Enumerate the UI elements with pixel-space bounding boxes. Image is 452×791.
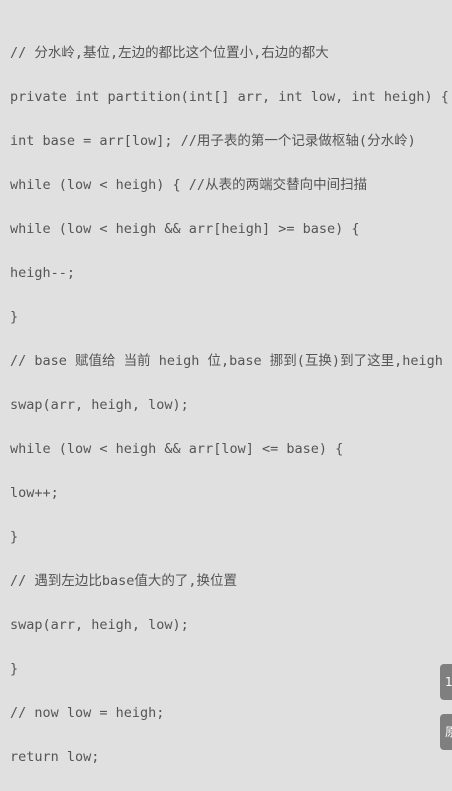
code-line: // 分水岭,基位,左边的都比这个位置小,右边的都大 [10, 45, 329, 61]
code-line: return low; [10, 749, 100, 765]
code-line: } [10, 661, 19, 677]
code-line: } [10, 529, 19, 545]
code-line: heigh--; [10, 265, 76, 281]
code-line: while (low < heigh && arr[low] <= base) … [10, 441, 344, 457]
article-viewport: // 分水岭,基位,左边的都比这个位置小,右边的都大 private int p… [0, 0, 452, 791]
floating-side-button-bottom[interactable]: 原 [440, 714, 452, 750]
floating-side-button-top[interactable]: 1 [440, 664, 452, 700]
code-line: int base = arr[low]; //用子表的第一个记录做枢轴(分水岭) [10, 133, 416, 149]
code-line: // now low = heigh; [10, 705, 165, 721]
code-line: // base 赋值给 当前 heigh 位,base 挪到(互换)到了这里,h… [10, 353, 443, 369]
code-line: low++; [10, 485, 59, 501]
code-line: // 遇到左边比base值大的了,换位置 [10, 573, 238, 589]
code-line: while (low < heigh) { //从表的两端交替向中间扫描 [10, 177, 368, 193]
code-line: } [10, 309, 19, 325]
code-line: swap(arr, heigh, low); [10, 617, 189, 633]
code-line: swap(arr, heigh, low); [10, 397, 189, 413]
code-line: while (low < heigh && arr[heigh] >= base… [10, 221, 360, 237]
code-line: private int partition(int[] arr, int low… [10, 89, 449, 105]
